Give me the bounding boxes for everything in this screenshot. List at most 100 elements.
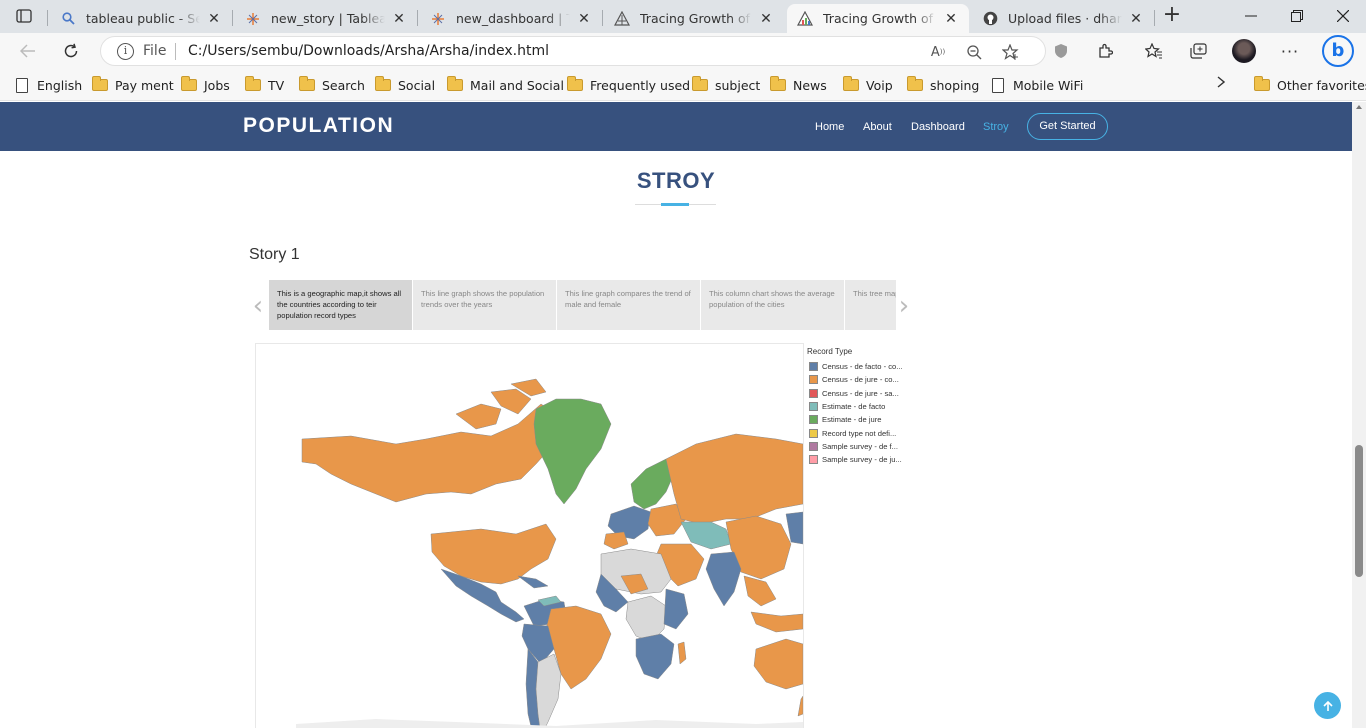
story-point-5[interactable]: This tree map shows the population	[845, 280, 896, 330]
url-scheme: File	[143, 43, 167, 59]
tab-tableau-search[interactable]: tableau public - Search ✕	[50, 4, 232, 33]
map-region-se-asia	[743, 575, 777, 607]
tab-github-upload[interactable]: Upload files · dhanasekar ✕	[972, 4, 1154, 33]
map-legend: Record Type Census - de facto - co... Ce…	[807, 347, 917, 466]
tab-tracing-growth[interactable]: Tracing Growth of the ✕	[604, 4, 784, 33]
story-point-1[interactable]: This is a geographic map,it shows all th…	[269, 280, 412, 330]
story-point-2[interactable]: This line graph shows the population tre…	[413, 280, 556, 330]
legend-swatch	[809, 388, 818, 398]
page-scrollbar[interactable]	[1352, 102, 1366, 728]
story-point-4[interactable]: This column chart shows the average popu…	[701, 280, 844, 330]
restore-icon[interactable]	[1274, 4, 1320, 28]
extensions-icon[interactable]	[1091, 38, 1119, 64]
read-aloud-icon[interactable]: A))	[927, 42, 949, 62]
tab-close-icon[interactable]: ✕	[576, 11, 592, 27]
legend-item[interactable]: Record type not defi...	[807, 426, 917, 439]
legend-item[interactable]: Estimate - de jure	[807, 413, 917, 426]
bookmark-label: Voip	[866, 77, 893, 93]
refresh-icon[interactable]	[57, 38, 85, 64]
profile-avatar[interactable]	[1232, 39, 1256, 63]
more-menu-icon[interactable]: ···	[1276, 38, 1304, 64]
nav-about[interactable]: About	[863, 121, 892, 133]
bookmark-folder-social[interactable]: Social	[375, 76, 435, 94]
nav-dashboard[interactable]: Dashboard	[911, 121, 965, 133]
back-arrow-icon[interactable]	[14, 38, 42, 64]
folder-icon	[1254, 76, 1270, 91]
scroll-up-arrow-icon[interactable]	[1356, 105, 1362, 109]
bookmark-mobile-wifi[interactable]: Mobile WiFi	[992, 76, 1083, 94]
chevron-right-icon[interactable]	[1217, 76, 1226, 92]
tab-close-icon[interactable]: ✕	[391, 11, 407, 27]
story-prev-icon[interactable]: ‹	[251, 292, 265, 322]
legend-item[interactable]: Sample survey - de f...	[807, 440, 917, 453]
tab-tracing-growth-active[interactable]: Tracing Growth of the ✕	[787, 4, 969, 33]
story-point-3[interactable]: This line graph compares the trend of ma…	[557, 280, 700, 330]
nav-home[interactable]: Home	[815, 121, 844, 133]
map-region-greenland	[533, 398, 612, 505]
bookmark-folder-jobs[interactable]: Jobs	[181, 76, 230, 94]
get-started-button[interactable]: Get Started	[1027, 113, 1108, 140]
bookmark-folder-news[interactable]: News	[770, 76, 827, 94]
address-divider	[175, 43, 176, 60]
map-region-east-africa	[663, 588, 689, 630]
bookmark-english[interactable]: English	[16, 76, 82, 94]
favorites-icon[interactable]	[1140, 38, 1168, 64]
story-next-icon[interactable]: ›	[897, 292, 911, 322]
legend-item[interactable]: Census - de jure - co...	[807, 373, 917, 386]
folder-icon	[299, 76, 315, 91]
shield-icon[interactable]	[1047, 38, 1075, 64]
legend-swatch	[809, 415, 818, 425]
tab-close-icon[interactable]: ✕	[758, 11, 774, 27]
info-icon[interactable]: i	[117, 43, 134, 60]
tab-new-dashboard[interactable]: new_dashboard | Tableau Public ✕	[420, 4, 602, 33]
folder-icon	[181, 76, 197, 91]
legend-swatch	[809, 455, 818, 465]
map-region-madagascar	[677, 641, 687, 665]
scrollbar-thumb[interactable]	[1355, 445, 1363, 577]
bing-chat-icon[interactable]: b	[1322, 35, 1354, 67]
bookmark-label: shoping	[930, 77, 980, 93]
tab-close-icon[interactable]: ✕	[206, 11, 222, 27]
search-favicon-icon	[60, 11, 76, 27]
arrow-up-icon	[1322, 700, 1333, 711]
close-window-icon[interactable]	[1320, 4, 1366, 28]
bookmark-folder-payment[interactable]: Pay ment	[92, 76, 174, 94]
bookmark-label: subject	[715, 77, 761, 93]
tab-close-icon[interactable]: ✕	[943, 11, 959, 27]
legend-item[interactable]: Sample survey - de ju...	[807, 453, 917, 466]
zoom-out-icon[interactable]	[963, 42, 985, 62]
world-map-viz[interactable]	[255, 343, 804, 728]
bookmark-folder-search[interactable]: Search	[299, 76, 365, 94]
new-tab-icon[interactable]: +	[1160, 4, 1184, 27]
site-logo[interactable]: POPULATION	[243, 114, 394, 138]
legend-item[interactable]: Census - de jure - sa...	[807, 387, 917, 400]
map-region-russia	[665, 433, 804, 525]
tab-close-icon[interactable]: ✕	[1128, 11, 1144, 27]
map-region-caribbean	[517, 575, 549, 589]
bookmark-label: English	[37, 77, 83, 93]
tab-actions-icon[interactable]	[8, 5, 40, 27]
nav-story[interactable]: Stroy	[983, 121, 1009, 133]
bookmark-folder-frequently-used[interactable]: Frequently used	[567, 76, 690, 94]
address-bar[interactable]: i File C:/Users/sembu/Downloads/Arsha/Ar…	[100, 36, 1046, 66]
tab-separator	[417, 10, 418, 26]
folder-icon	[375, 76, 391, 91]
bookmark-folder-other-favorites[interactable]: Other favorites	[1254, 76, 1366, 94]
bookmark-folder-mail-social[interactable]: Mail and Social	[447, 76, 564, 94]
tab-separator	[47, 10, 48, 26]
tab-new-story[interactable]: new_story | Tableau Public ✕	[235, 4, 417, 33]
legend-item[interactable]: Census - de facto - co...	[807, 360, 917, 373]
tab-separator	[602, 10, 603, 26]
bookmark-folder-shoping[interactable]: shoping	[907, 76, 979, 94]
bookmark-folder-tv[interactable]: TV	[245, 76, 284, 94]
tab-separator	[232, 10, 233, 26]
bookmark-label: Jobs	[204, 77, 230, 93]
bookmark-folder-voip[interactable]: Voip	[843, 76, 893, 94]
back-to-top-button[interactable]	[1314, 692, 1341, 719]
bookmark-folder-subject[interactable]: subject	[692, 76, 760, 94]
add-favorite-icon[interactable]	[999, 42, 1021, 62]
legend-item[interactable]: Estimate - de facto	[807, 400, 917, 413]
url-text[interactable]: C:/Users/sembu/Downloads/Arsha/Arsha/ind…	[188, 43, 549, 59]
minimize-icon[interactable]	[1228, 4, 1274, 28]
collections-icon[interactable]	[1184, 38, 1212, 64]
